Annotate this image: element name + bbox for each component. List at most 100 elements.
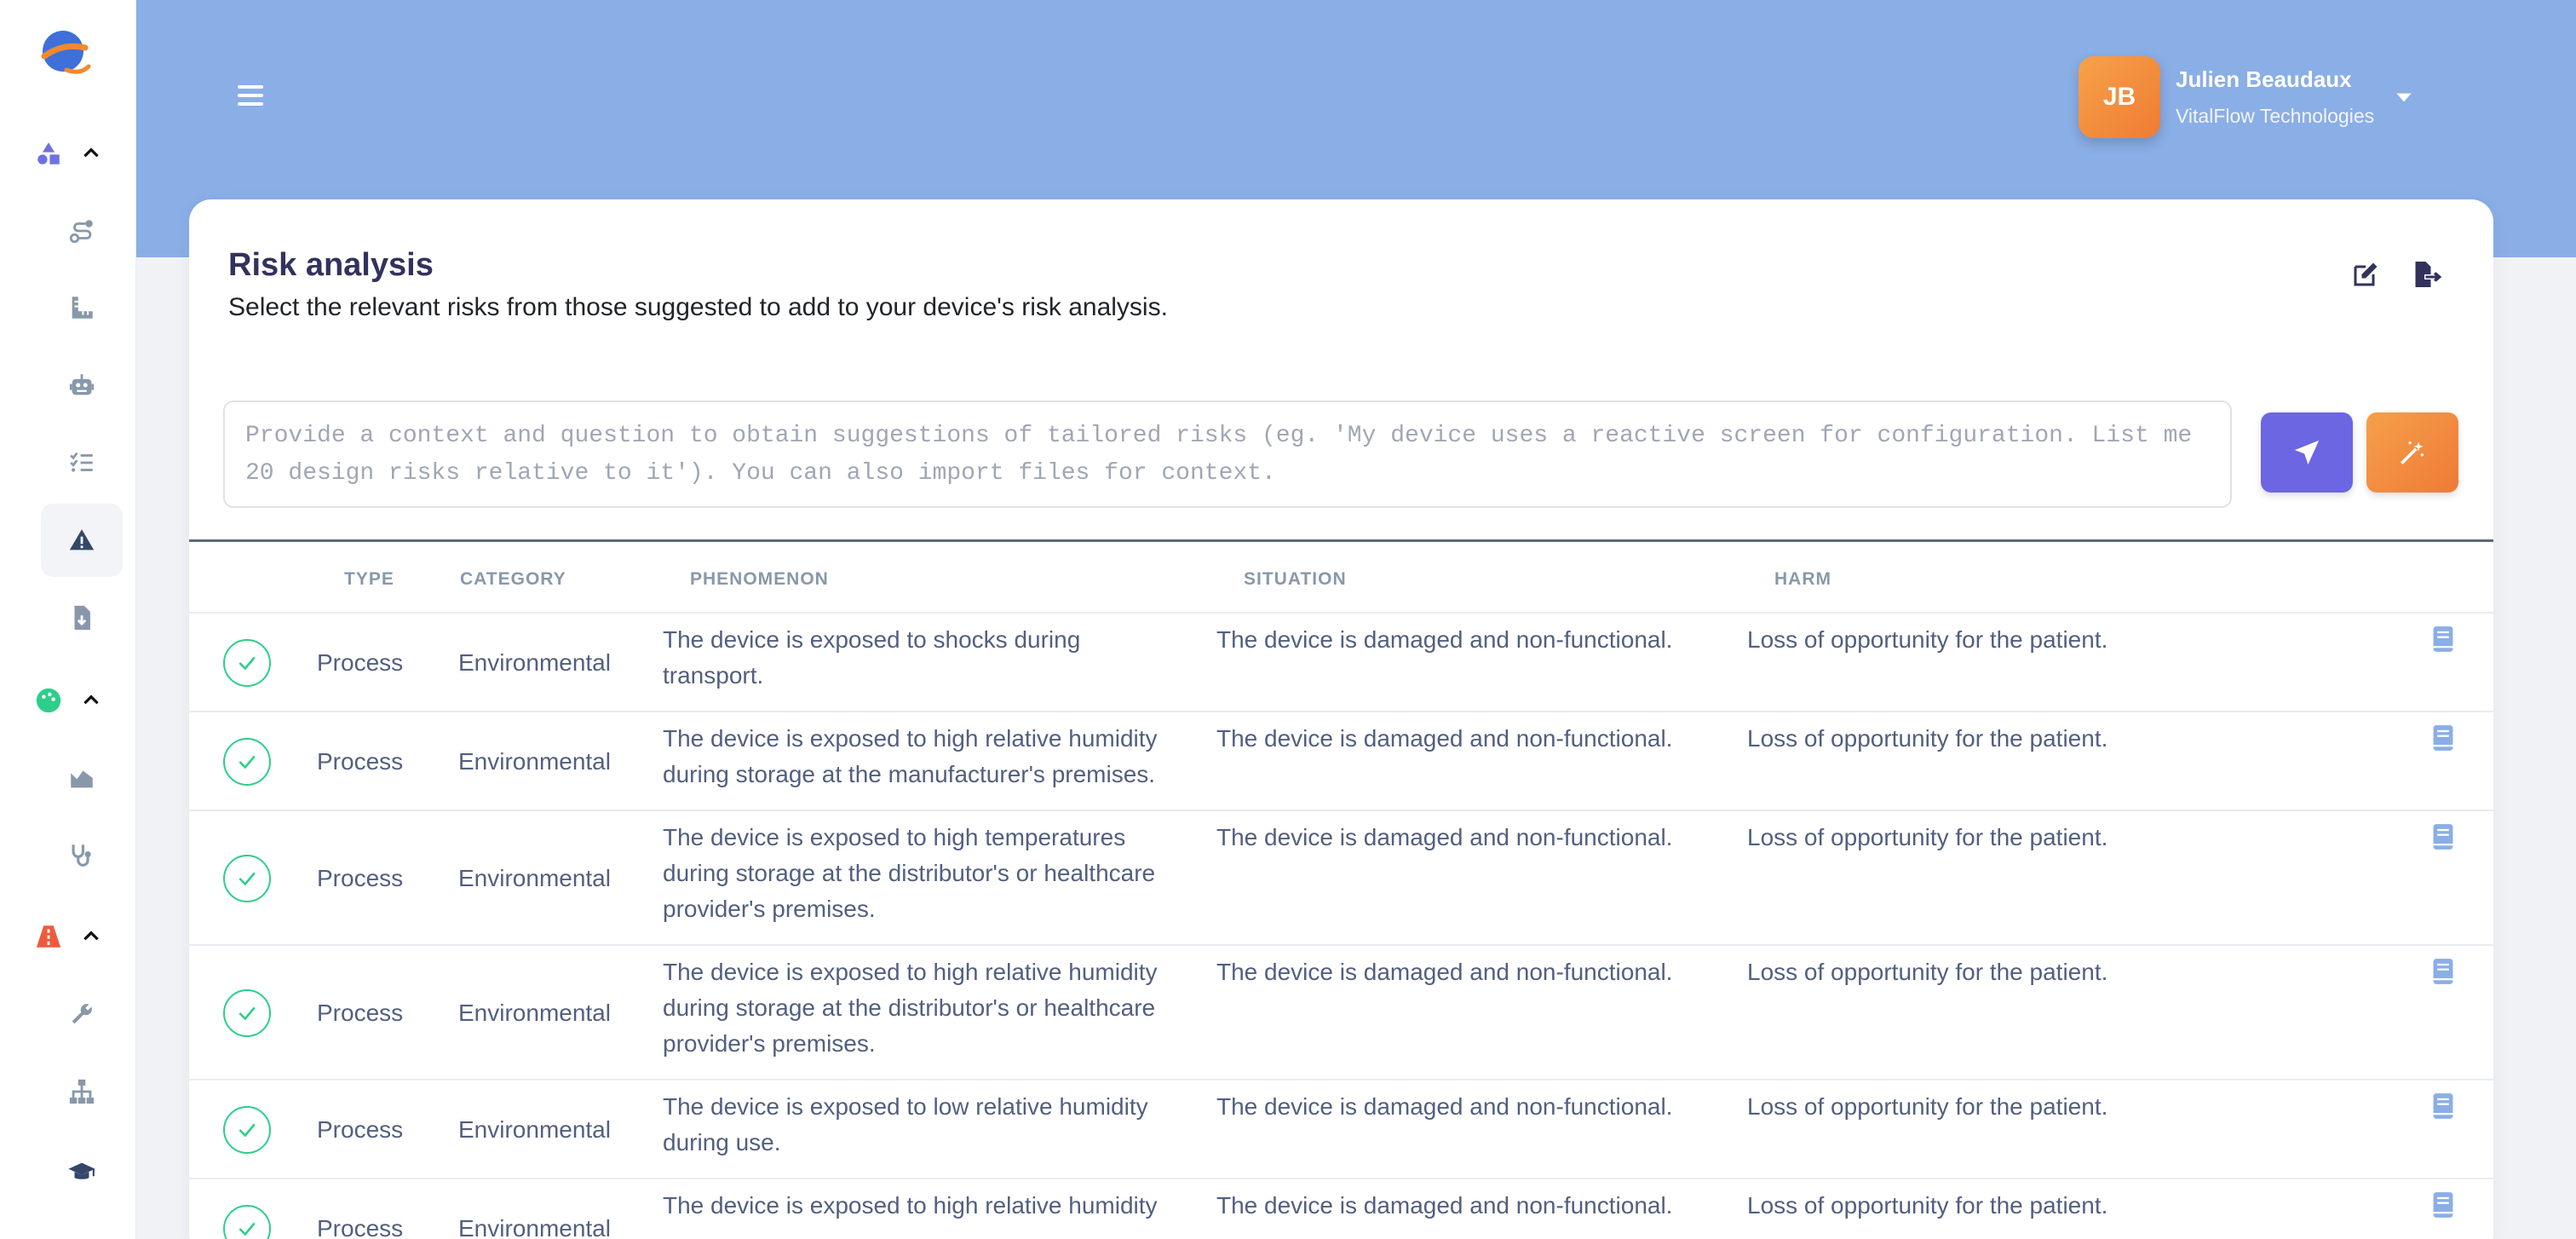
user-organization: VitalFlow Technologies [2176,105,2375,127]
hamburger-menu-icon[interactable] [235,78,266,112]
phenomenon-line: transport. [663,662,764,689]
chevron-up-icon [83,931,99,941]
col-header-situation[interactable]: SITUATION [1244,569,1347,590]
paper-plane-icon [2294,440,2320,465]
book-icon[interactable] [2431,625,2455,653]
cell-type: Process [317,748,404,775]
col-header-category[interactable]: CATEGORY [460,569,566,590]
table-row[interactable]: Process Environmental The device is expose… [189,614,2493,712]
wrench-icon [72,1004,92,1024]
col-header-type[interactable]: TYPE [344,569,394,590]
sidebar-item-route[interactable] [41,194,123,268]
cell-situation: The device is damaged and non-functional… [1216,1192,1673,1219]
user-name: Julien Beaudaux [2176,66,2352,92]
check-icon [239,755,256,769]
col-header-phenomenon[interactable]: PHENOMENON [690,569,829,590]
col-header-harm[interactable]: HARM [1774,569,1831,590]
sidebar-group-design[interactable] [34,132,119,175]
palette-icon [36,688,61,713]
magic-suggest-button[interactable] [2366,412,2458,493]
caret-down-icon[interactable] [2393,86,2415,108]
route-icon [69,220,93,244]
book-icon[interactable] [2431,1092,2455,1120]
file-import-icon [74,605,90,631]
sidebar-item-wrench[interactable] [41,977,123,1051]
phenomenon-line: during use. [663,1129,781,1155]
cell-phenomenon: The device is exposed to high relative h… [663,721,1191,792]
book-icon[interactable] [2431,958,2455,985]
cell-harm: Loss of opportunity for the patient. [1747,824,2108,850]
check-icon [239,656,256,671]
page-title: Risk analysis [228,247,434,283]
table-row[interactable]: Process Environmental The device is expose… [189,712,2493,811]
cell-harm: Loss of opportunity for the patient. [1747,725,2108,752]
cell-category: Environmental [458,748,611,775]
table-row[interactable]: Process Environmental The device is expose… [189,811,2493,946]
ruler-icon [72,297,93,319]
sidebar [0,0,136,1239]
send-button[interactable] [2261,412,2353,493]
sidebar-item-training[interactable] [41,1136,123,1209]
cell-category: Environmental [458,649,611,676]
sidebar-item-ruler[interactable] [41,271,123,344]
magic-wand-icon [2400,441,2424,465]
phenomenon-line: during storage at the manufacturer's pre… [663,761,1156,787]
cell-phenomenon: The device is exposed to low relative hu… [663,1089,1191,1161]
book-icon[interactable] [2431,724,2455,752]
cell-harm: Loss of opportunity for the patient. [1747,1093,2108,1120]
table-row[interactable]: Process Environmental The device is expose… [189,1081,2493,1179]
cell-type: Process [317,1116,404,1143]
cell-phenomenon: The device is exposed to high relative h… [663,1188,1191,1224]
phenomenon-line: during storage at the distributor's or h… [663,994,1156,1021]
cell-type: Process [317,865,404,891]
sidebar-group-clinical[interactable] [34,679,119,722]
risk-table: TYPE CATEGORY PHENOMENON SITUATION HARM … [189,542,2493,1239]
phenomenon-line: The device is exposed to shocks during [663,626,1081,653]
select-risk-check[interactable] [223,855,271,902]
sitemap-icon [69,1079,95,1104]
app-logo[interactable] [37,26,94,82]
road-icon [36,925,61,948]
cell-phenomenon: The device is exposed to high relative h… [663,954,1191,1062]
phenomenon-line: The device is exposed to high relative h… [663,725,1158,752]
sidebar-item-robot[interactable] [41,349,123,422]
select-risk-check[interactable] [223,738,271,786]
sidebar-item-sitemap[interactable] [41,1055,123,1128]
cell-situation: The device is damaged and non-functional… [1216,725,1673,752]
phenomenon-line: The device is exposed to high relative h… [663,1192,1158,1219]
table-row[interactable]: Process Environmental The device is expose… [189,946,2493,1081]
table-row[interactable]: Process Environmental The device is expose… [189,1179,2493,1239]
page-subtitle: Select the relevant risks from those sug… [228,293,1168,321]
check-icon [239,872,256,886]
cell-category: Environmental [458,1000,611,1026]
cell-category: Environmental [458,1215,611,1239]
user-menu[interactable]: JB Julien Beaudaux VitalFlow Technologie… [2079,56,2415,138]
stethoscope-icon [72,844,91,867]
select-risk-check[interactable] [223,989,271,1037]
select-risk-check[interactable] [223,639,271,687]
cell-harm: Loss of opportunity for the patient. [1747,959,2108,985]
phenomenon-line: provider's premises. [663,1030,876,1057]
risk-prompt-input[interactable] [223,401,2232,508]
checklist-icon [70,452,93,472]
chevron-up-icon [83,694,99,705]
book-icon[interactable] [2431,1191,2455,1219]
book-icon[interactable] [2431,823,2455,850]
sidebar-item-file-import[interactable] [41,581,123,654]
shapes-icon [37,142,60,164]
check-icon [239,1222,256,1236]
cell-harm: Loss of opportunity for the patient. [1747,626,2108,653]
file-export-icon[interactable] [2412,259,2442,290]
sidebar-item-checklist[interactable] [41,426,123,499]
cell-phenomenon: The device is exposed to high temperatur… [663,820,1191,927]
select-risk-check[interactable] [223,1106,271,1154]
select-risk-check[interactable] [223,1205,271,1239]
chevron-up-icon [83,147,99,158]
sidebar-item-risks[interactable] [41,504,123,577]
sidebar-item-stethoscope[interactable] [41,819,123,892]
cell-situation: The device is damaged and non-functional… [1216,1093,1673,1120]
edit-icon[interactable] [2350,259,2381,290]
phenomenon-line: The device is exposed to high temperatur… [663,824,1126,850]
sidebar-group-postmarket[interactable] [34,915,119,958]
sidebar-item-chart[interactable] [41,741,123,815]
